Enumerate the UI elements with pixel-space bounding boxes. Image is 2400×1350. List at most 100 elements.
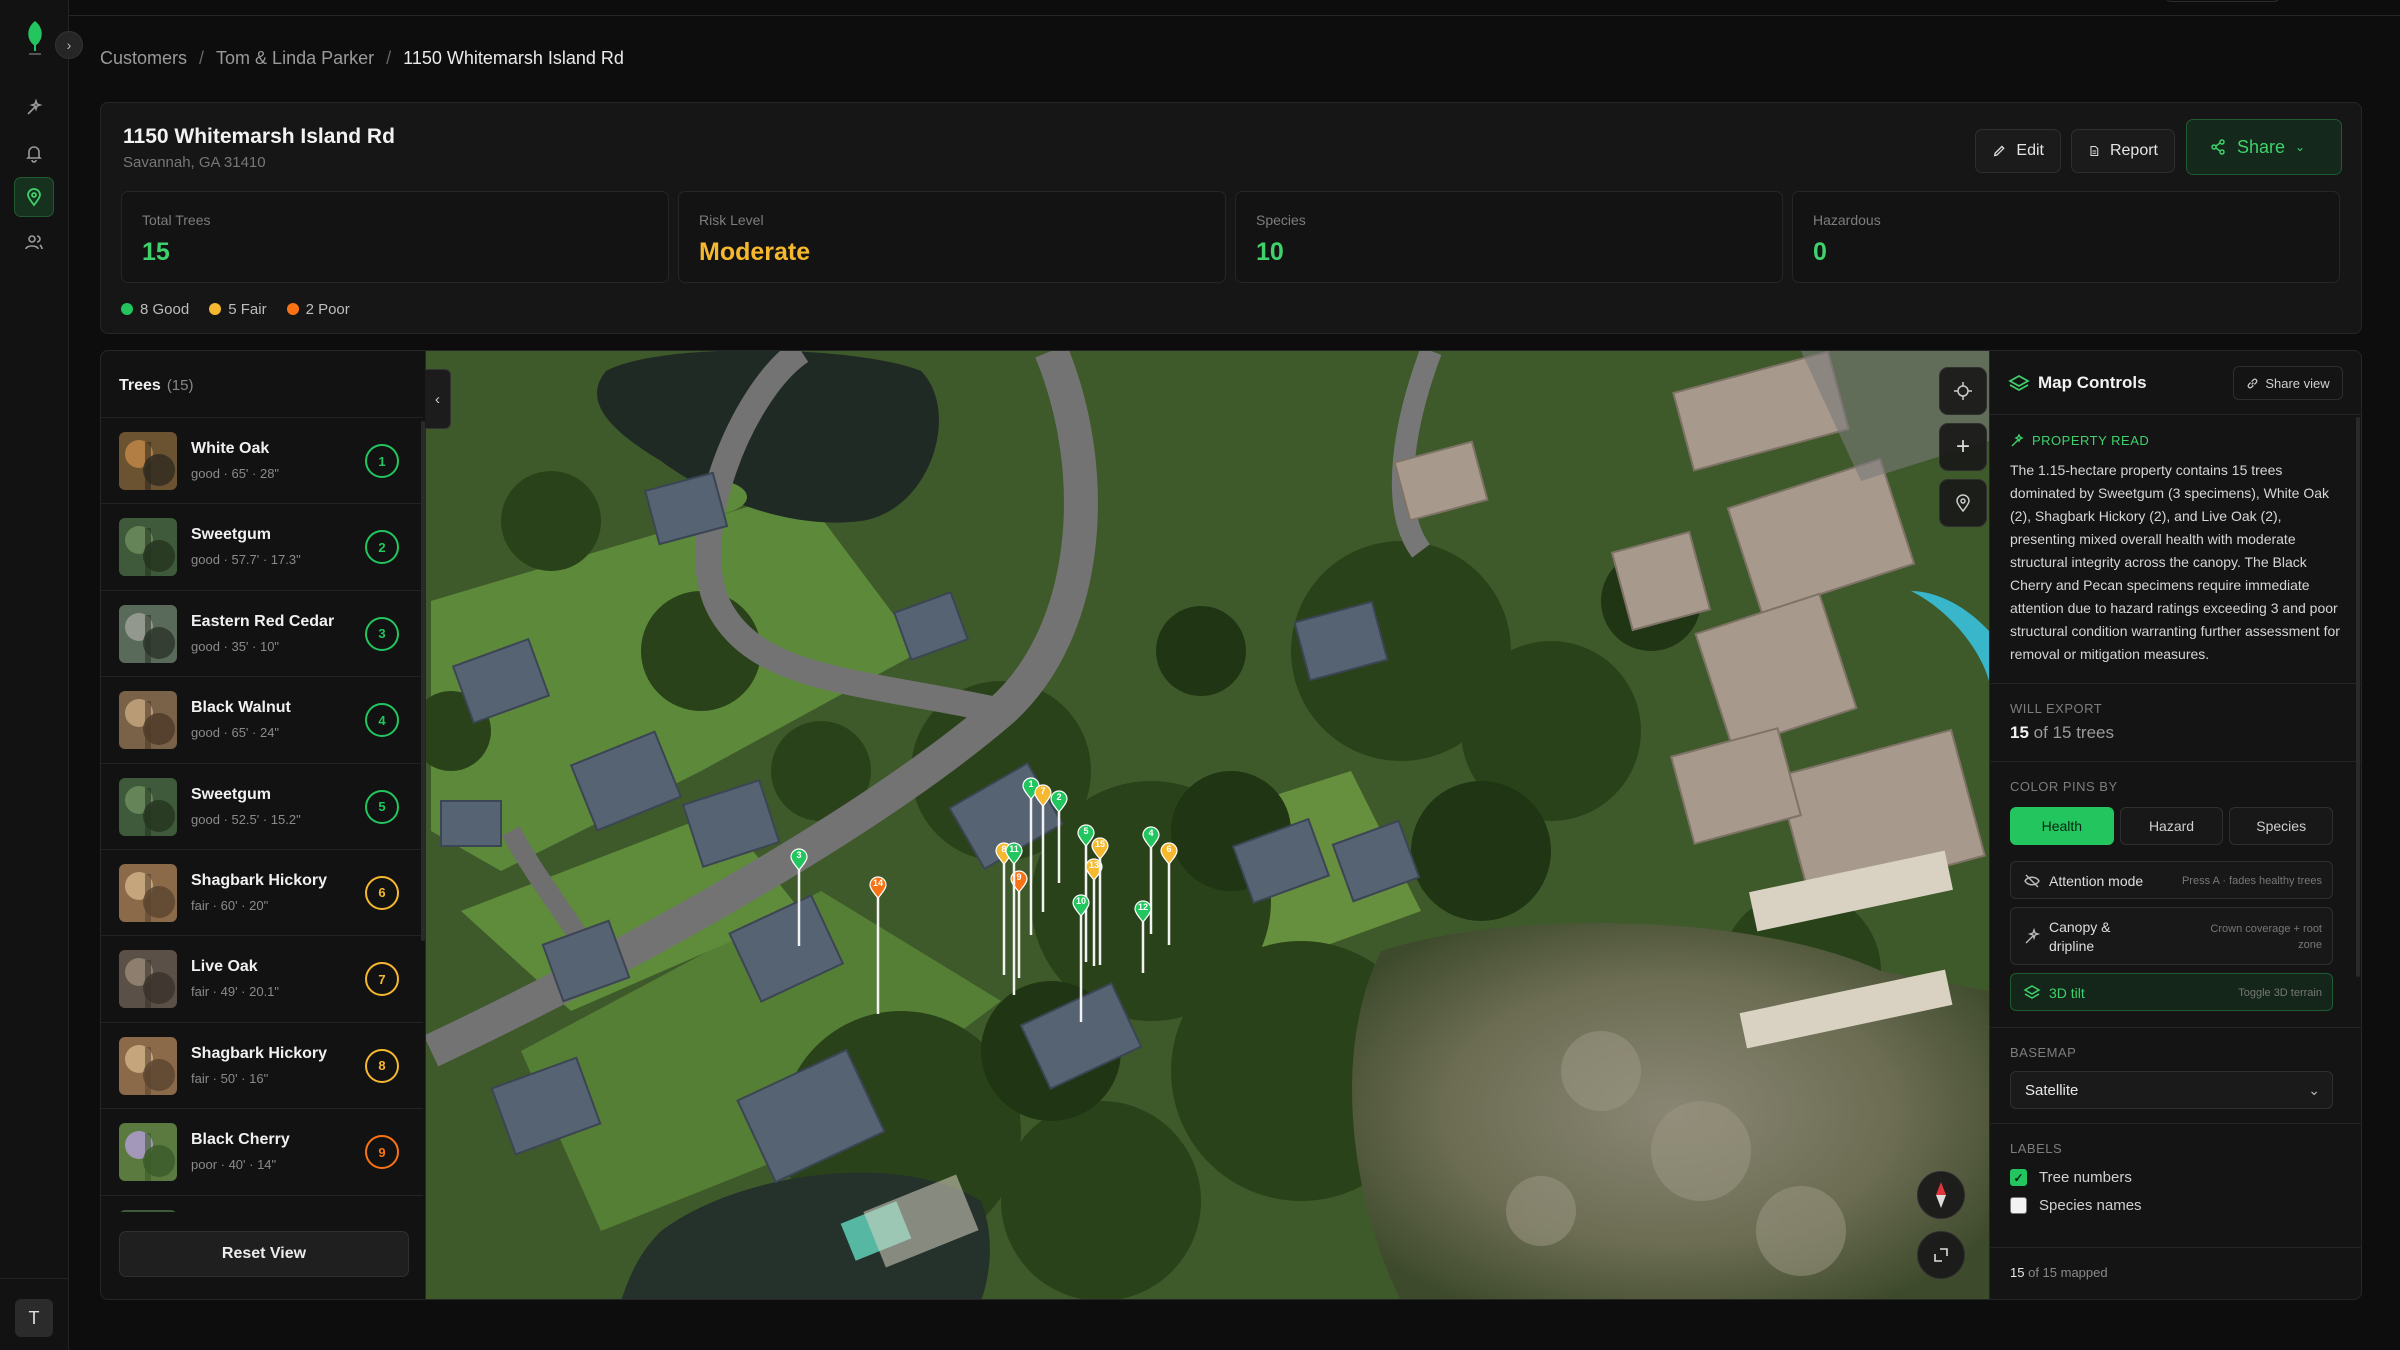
tree-list-item[interactable]: Live Oak fair · 49' · 20.1" 7 — [101, 936, 423, 1023]
tree-list-item[interactable]: Sweetgum good · 52.5' · 15.2" 5 — [101, 764, 423, 850]
map-pin-drop-icon[interactable] — [1939, 479, 1987, 527]
nav-sparkle-icon[interactable] — [14, 88, 54, 128]
share-view-button[interactable]: Share view — [2233, 366, 2343, 400]
tree-name: Sweetgum — [191, 785, 272, 803]
canopy-dripline-label: Canopy & dripline — [2049, 919, 2111, 954]
color-pins-by-label: COLOR PINS BY — [2010, 779, 2118, 794]
tree-list-item[interactable] — [101, 1196, 423, 1212]
tree-number-badge: 6 — [365, 875, 399, 910]
tree-list-item[interactable]: Sweetgum good · 57.7' · 17.3" 2 — [101, 504, 423, 591]
tree-name: White Oak — [191, 440, 270, 457]
page-subtitle: Savannah, GA 31410 — [123, 154, 266, 171]
stat-total-trees: Total Trees 15 — [121, 191, 669, 283]
zoom-in-plus-icon[interactable]: + — [1939, 423, 1987, 471]
share-icon — [2211, 139, 2225, 155]
fullscreen-expand-icon[interactable] — [1917, 1231, 1965, 1279]
trees-list-panel: Trees (15) White Oak good · 65' · 28" 1 Swee… — [101, 351, 426, 1299]
tree-list-scrollbar[interactable] — [421, 421, 425, 941]
3d-tilt-label: 3D tilt — [2049, 985, 2085, 1001]
link-icon — [2247, 378, 2258, 388]
sidebar-divider — [0, 1278, 69, 1279]
divider — [1990, 683, 2361, 684]
layers-icon — [2023, 985, 2041, 999]
tree-name: Shagbark Hickory — [191, 871, 328, 889]
tree-meta: fair · 49' · 20.1" — [191, 984, 280, 1000]
map-tree-pin[interactable]: 7 — [1034, 784, 1052, 923]
tree-list-item[interactable]: Eastern Red Cedar good · 35' · 10" 3 — [101, 591, 423, 678]
breadcrumb-customers[interactable]: Customers — [100, 48, 187, 69]
tree-meta: good · 52.5' · 15.2" — [191, 811, 301, 827]
tree-list-item[interactable]: Black Walnut good · 65' · 24" 4 — [101, 677, 423, 764]
stat-risk-level: Risk Level Moderate — [678, 191, 1226, 283]
species-names-checkbox[interactable] — [2010, 1197, 2027, 1214]
attention-mode-toggle[interactable]: Attention mode Press A · fades healthy t… — [2010, 861, 2333, 899]
reset-view-button[interactable]: Reset View — [119, 1231, 409, 1277]
tree-numbers-checkbox-row[interactable]: ✓ Tree numbers — [2010, 1169, 2132, 1186]
legend-fair: 5 Fair — [209, 301, 267, 318]
map-pin-number: 2 — [1056, 792, 1062, 802]
tree-list-item[interactable]: White Oak good · 65' · 28" 1 — [101, 418, 423, 505]
tree-photo-thumbnail — [119, 604, 177, 663]
tree-photo-thumbnail — [119, 1209, 177, 1212]
locate-crosshair-icon[interactable] — [1939, 367, 1987, 415]
map-tree-pin[interactable]: 6 — [1160, 842, 1178, 956]
map-tree-pin[interactable]: 3 — [790, 848, 808, 957]
user-avatar[interactable]: T — [15, 1299, 53, 1337]
map-controls-panel: Map Controls Share view PROPERTY READ Th… — [1989, 351, 2361, 1299]
stat-label: Total Trees — [142, 212, 211, 228]
legend-poor: 2 Poor — [286, 301, 350, 318]
tree-meta: good · 65' · 24" — [191, 725, 280, 741]
collapse-panel-chevron-icon[interactable]: ‹ — [425, 369, 451, 429]
divider — [1990, 1027, 2361, 1028]
species-names-label: Species names — [2039, 1197, 2142, 1214]
app-logo-icon[interactable] — [20, 18, 50, 58]
map-pin-number: 12 — [1137, 902, 1148, 912]
breadcrumb-customer[interactable]: Tom & Linda Parker — [216, 48, 374, 69]
basemap-select[interactable]: Satellite ⌄ — [2010, 1071, 2333, 1109]
tree-list-item[interactable]: Shagbark Hickory fair · 60' · 20" 6 — [101, 850, 423, 937]
layers-icon — [2008, 375, 2030, 391]
map-pin-number: 15 — [1094, 839, 1105, 849]
tree-list-item[interactable]: Black Cherry poor · 40' · 14" 9 — [101, 1109, 423, 1196]
eye-off-icon — [2024, 874, 2040, 888]
compass-north-icon[interactable] — [1917, 1171, 1965, 1219]
stat-value: 15 — [142, 238, 170, 266]
tree-photo-thumbnail — [119, 863, 177, 922]
canopy-dripline-desc: Crown coverage + root zone — [2210, 923, 2322, 951]
top-bar-button[interactable] — [2165, 0, 2280, 2]
stat-value: 10 — [1256, 238, 1284, 266]
share-button[interactable]: Share ⌄ — [2186, 119, 2342, 175]
map-tree-pin[interactable]: 11 — [1005, 842, 1023, 1006]
map-tree-pin[interactable]: 12 — [1134, 900, 1152, 984]
map-tree-pin[interactable]: 15 — [1091, 837, 1109, 976]
tree-numbers-checkbox[interactable]: ✓ — [2010, 1169, 2027, 1186]
tree-name: Black Cherry — [191, 1131, 290, 1149]
export-count: 15 of 15 trees — [2010, 723, 2114, 742]
color-by-species-button[interactable]: Species — [2229, 807, 2334, 845]
map-pin-number: 4 — [1148, 828, 1154, 838]
edit-button[interactable]: Edit — [1975, 129, 2061, 173]
color-by-health-button[interactable]: Health — [2010, 807, 2114, 845]
map-tree-pin[interactable]: 14 — [869, 876, 887, 1025]
share-view-label: Share view — [2265, 375, 2330, 391]
map-tree-pin[interactable]: 2 — [1050, 790, 1068, 894]
nav-users-icon[interactable] — [14, 222, 54, 262]
nav-bell-icon[interactable] — [14, 133, 54, 173]
canopy-dripline-toggle[interactable]: Canopy & dripline Crown coverage + root … — [2010, 907, 2333, 965]
nav-map-pin-icon[interactable] — [14, 177, 54, 217]
stat-species: Species 10 — [1235, 191, 1783, 283]
tree-name: Black Walnut — [191, 699, 291, 717]
sidebar-expand-chevron-icon[interactable]: › — [55, 31, 83, 59]
tree-photo-thumbnail — [119, 1036, 177, 1095]
report-button[interactable]: Report — [2071, 129, 2175, 173]
color-by-hazard-button[interactable]: Hazard — [2119, 807, 2224, 845]
map-pin-number: 11 — [1009, 844, 1019, 854]
map-pin-number: 7 — [1040, 786, 1046, 796]
tree-list-item[interactable]: Shagbark Hickory fair · 50' · 16" 8 — [101, 1023, 423, 1110]
controls-scrollbar[interactable] — [2356, 417, 2360, 977]
tree-meta: good · 65' · 28" — [191, 466, 280, 481]
attention-mode-desc: Press A · fades healthy trees — [2181, 875, 2322, 887]
3d-tilt-toggle[interactable]: 3D tilt Toggle 3D terrain — [2010, 973, 2333, 1011]
species-names-checkbox-row[interactable]: Species names — [2010, 1197, 2142, 1214]
tree-number-badge: 2 — [365, 530, 399, 565]
